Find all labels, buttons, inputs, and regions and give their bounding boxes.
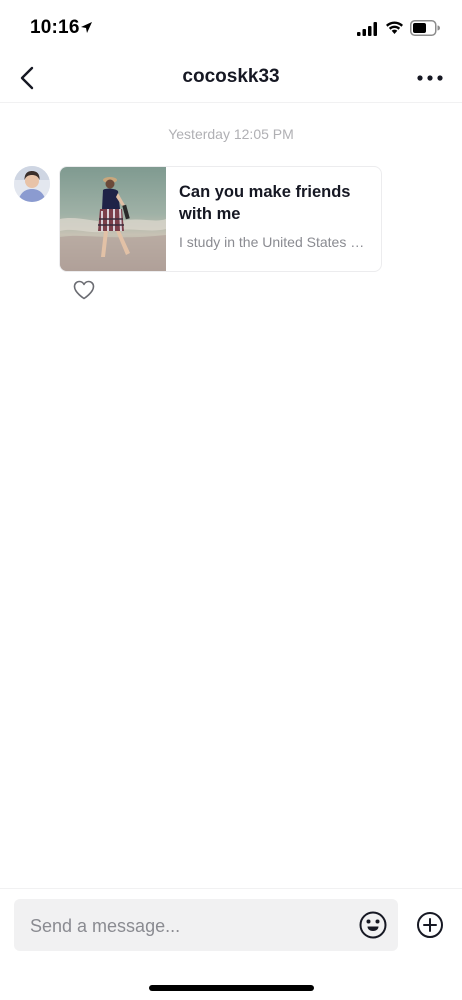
emoji-icon[interactable] [358, 910, 388, 940]
plus-circle-icon[interactable] [416, 911, 444, 939]
video-thumbnail [60, 167, 166, 271]
home-indicator [149, 985, 314, 991]
message-composer [0, 888, 462, 1000]
chat-header: cocoskk33 [0, 56, 462, 103]
message-input-container [14, 899, 398, 953]
avatar[interactable] [14, 166, 50, 202]
shared-video-title: Can you make friends with me [179, 183, 351, 223]
chat-username: cocoskk33 [182, 66, 280, 87]
avatar-image [14, 166, 50, 202]
status-time: 10:16 [30, 17, 80, 38]
shared-video-card[interactable]: Can you make friends with me I study in … [59, 166, 382, 272]
wifi-icon [386, 21, 403, 34]
heart-outline-icon[interactable] [73, 280, 95, 300]
battery-icon [410, 20, 440, 36]
location-arrow-icon [81, 22, 92, 33]
more-options-icon[interactable] [416, 66, 444, 90]
shared-video-caption: I study in the United States and live on… [179, 234, 371, 250]
dm-chat-screen: 10:16 cocoskk33 Yesterday 12:05 PM Can y… [0, 0, 462, 1000]
message-input[interactable] [28, 899, 352, 953]
message-timestamp: Yesterday 12:05 PM [168, 126, 294, 142]
cellular-signal-icon [357, 22, 377, 36]
status-bar: 10:16 [0, 0, 462, 56]
